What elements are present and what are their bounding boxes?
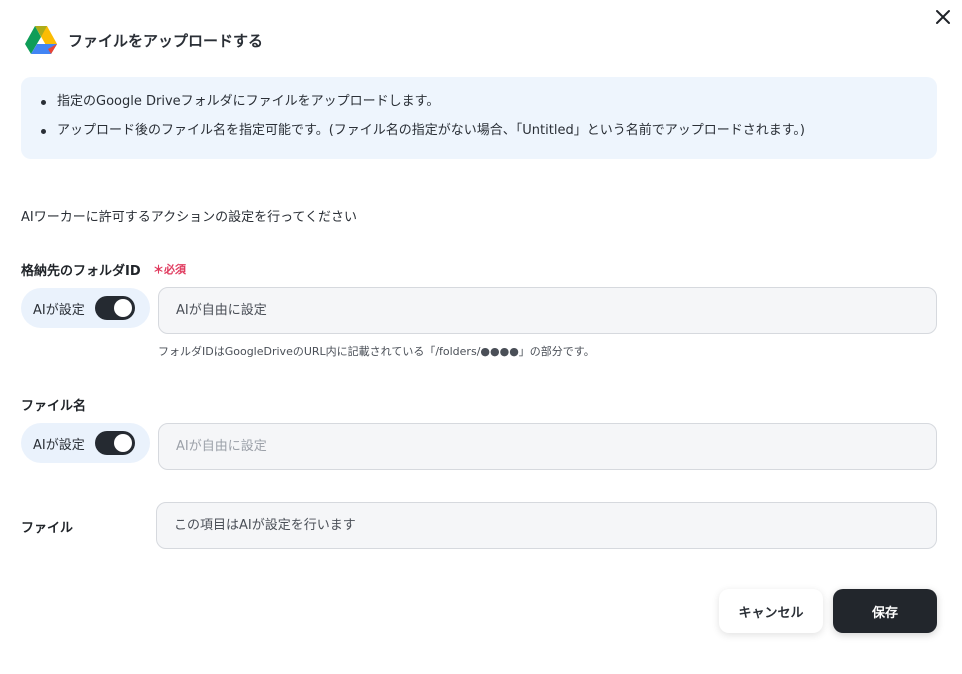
ai-setting-label: AIが設定 xyxy=(33,437,85,453)
file-label: ファイル xyxy=(21,521,74,536)
asterisk-icon: ＊ xyxy=(153,263,164,276)
google-drive-icon xyxy=(24,24,58,56)
file-name-ai-toggle[interactable] xyxy=(94,431,135,455)
file-name-input[interactable]: AIが自由に設定 xyxy=(158,423,937,470)
toggle-knob xyxy=(113,434,132,452)
file-name-label: ファイル名 xyxy=(21,399,87,414)
action-description: AIワーカーに許可するアクションの設定を行ってください xyxy=(21,210,358,225)
folder-id-label: 格納先のフォルダID xyxy=(21,264,141,279)
folder-id-input[interactable]: AIが自由に設定 xyxy=(158,287,937,334)
dialog-title: ファイルをアップロードする xyxy=(68,31,264,50)
folder-id-ai-toggle[interactable] xyxy=(94,296,135,320)
file-input: この項目はAIが設定を行います xyxy=(156,502,937,549)
close-button[interactable] xyxy=(930,4,956,30)
info-item: 指定のGoogle Driveフォルダにファイルをアップロードします。 xyxy=(39,93,937,122)
folder-id-hint: フォルダIDはGoogleDriveのURL内に記載されている「/folders… xyxy=(158,345,595,358)
toggle-knob xyxy=(113,299,132,317)
info-box: 指定のGoogle Driveフォルダにファイルをアップロードします。 アップロ… xyxy=(21,77,937,159)
info-item: アップロード後のファイル名を指定可能です。(ファイル名の指定がない場合、「Unt… xyxy=(39,122,937,151)
file-name-ai-pill: AIが設定 xyxy=(21,423,150,463)
cancel-button[interactable]: キャンセル xyxy=(719,589,823,633)
folder-id-ai-pill: AIが設定 xyxy=(21,288,150,328)
required-badge: ＊必須 xyxy=(153,263,186,276)
dialog-header: ファイルをアップロードする xyxy=(24,24,263,56)
close-icon xyxy=(936,10,950,24)
ai-setting-label: AIが設定 xyxy=(33,302,85,318)
save-button[interactable]: 保存 xyxy=(833,589,937,633)
